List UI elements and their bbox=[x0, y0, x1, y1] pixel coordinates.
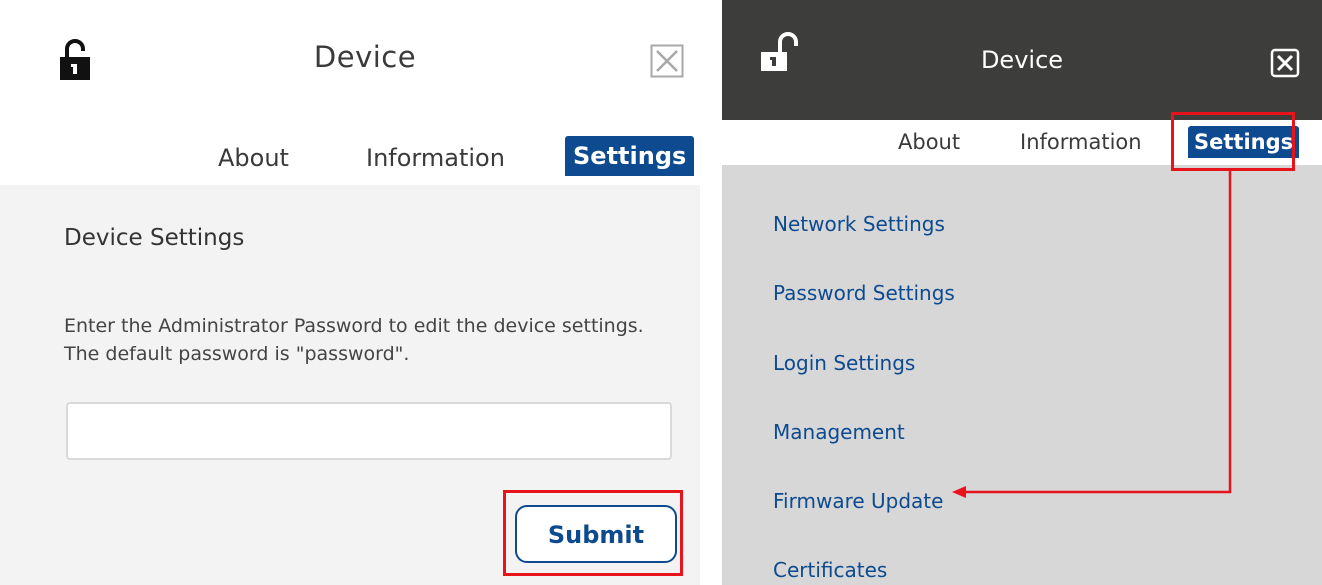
menu-item-firmware-update[interactable]: Firmware Update bbox=[773, 489, 943, 513]
menu-item-password-settings[interactable]: Password Settings bbox=[773, 281, 955, 305]
settings-login-body: Device Settings Enter the Administrator … bbox=[0, 185, 700, 585]
tab-information[interactable]: Information bbox=[366, 144, 505, 172]
tab-about[interactable]: About bbox=[218, 144, 289, 172]
submit-button[interactable]: Submit bbox=[515, 505, 677, 563]
password-input[interactable] bbox=[66, 402, 672, 460]
tab-information[interactable]: Information bbox=[1020, 130, 1142, 154]
tab-about[interactable]: About bbox=[898, 130, 960, 154]
menu-item-login-settings[interactable]: Login Settings bbox=[773, 351, 915, 375]
tab-bar: About Information Settings bbox=[0, 134, 700, 184]
menu-item-certificates[interactable]: Certificates bbox=[773, 558, 887, 582]
left-device-dialog: Device About Information Settings Device… bbox=[0, 0, 700, 585]
section-title: Device Settings bbox=[64, 225, 245, 251]
left-dialog-header: Device About Information Settings bbox=[0, 0, 700, 185]
window-title: Device bbox=[313, 40, 417, 74]
password-instructions: Enter the Administrator Password to edit… bbox=[64, 312, 644, 368]
menu-item-network-settings[interactable]: Network Settings bbox=[773, 212, 945, 236]
unlocked-padlock-icon bbox=[60, 39, 90, 80]
menu-item-management[interactable]: Management bbox=[773, 420, 905, 444]
instruction-line: The default password is "password". bbox=[64, 343, 410, 365]
right-device-dialog: Device About Information Settings Networ… bbox=[722, 0, 1322, 585]
tab-settings[interactable]: Settings bbox=[565, 136, 695, 176]
panel-divider bbox=[700, 0, 722, 585]
settings-highlight-box bbox=[1171, 112, 1295, 171]
close-icon[interactable] bbox=[650, 44, 684, 78]
window-title: Device bbox=[980, 46, 1064, 74]
right-dialog-header: Device bbox=[722, 0, 1322, 120]
close-icon[interactable] bbox=[1270, 48, 1300, 78]
instruction-line: Enter the Administrator Password to edit… bbox=[64, 315, 644, 337]
unlocked-padlock-icon bbox=[761, 32, 798, 71]
